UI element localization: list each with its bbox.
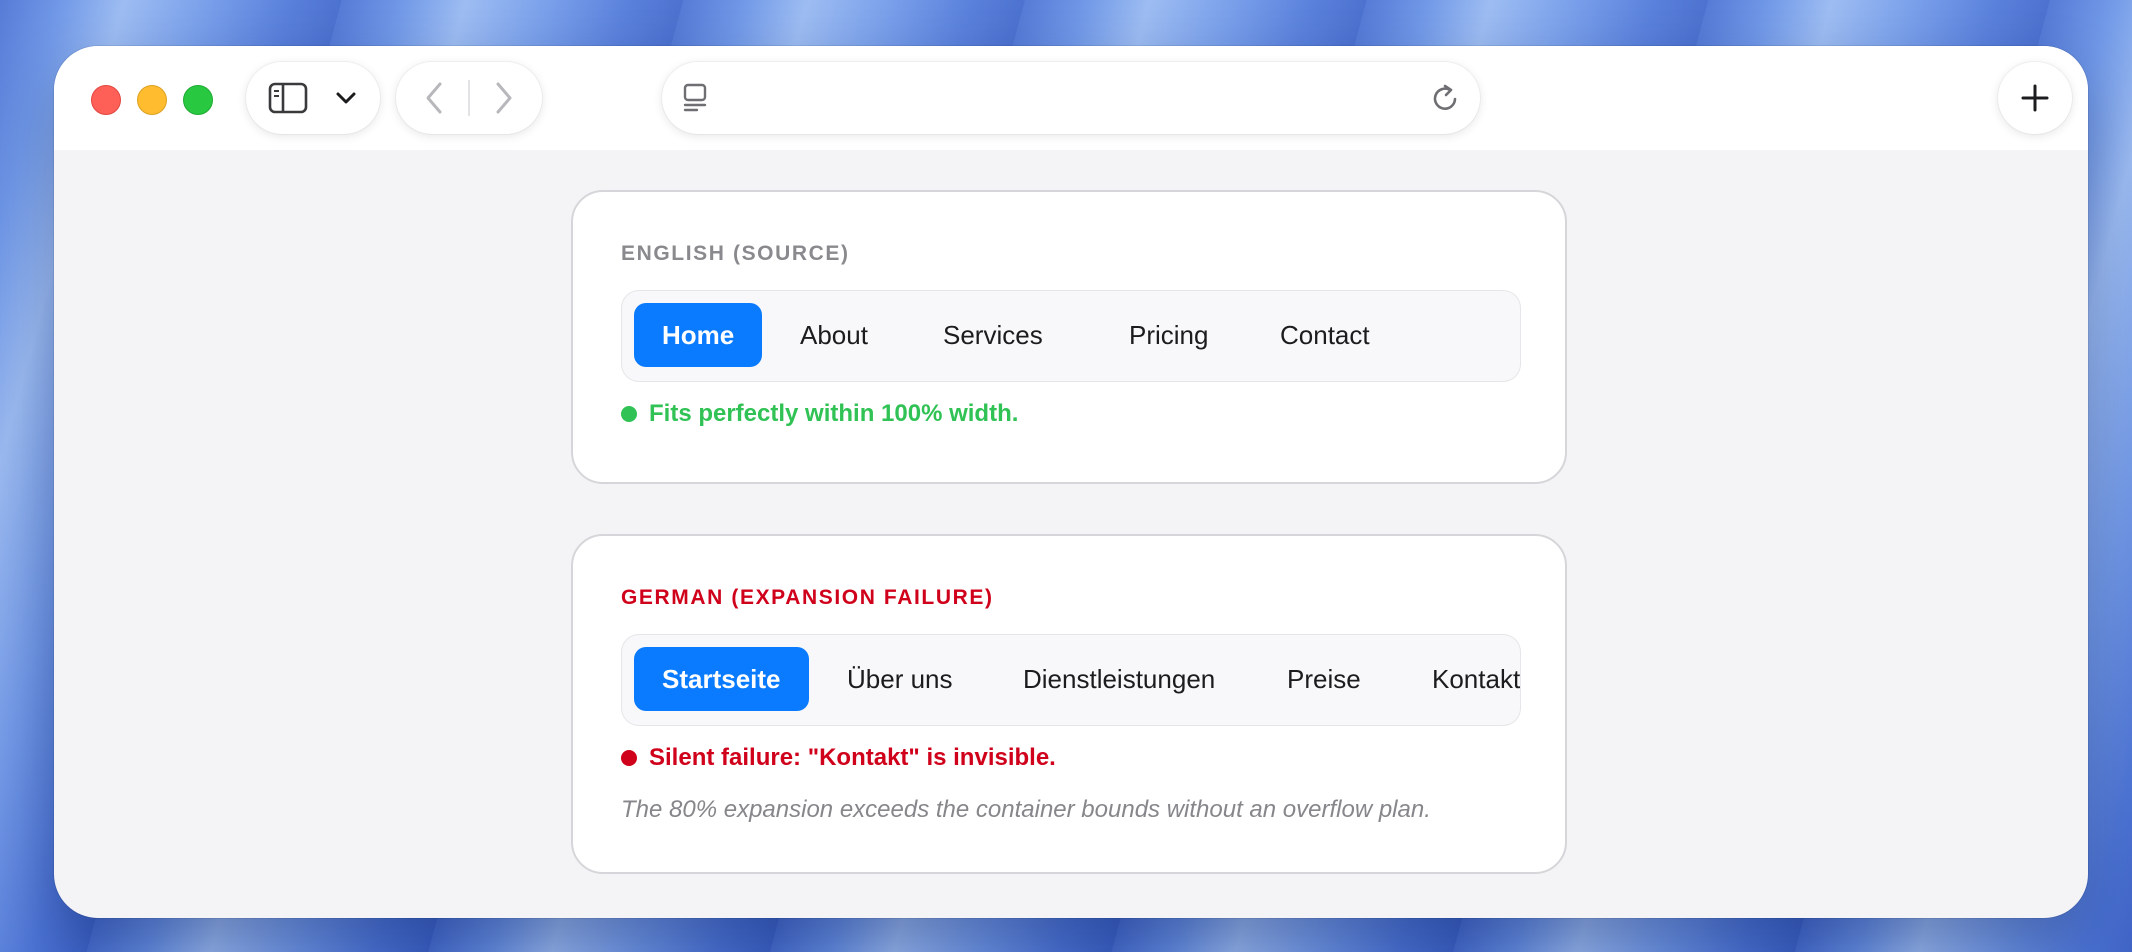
nav-item-home[interactable]: Home [634, 303, 763, 367]
navigation-buttons [396, 62, 542, 134]
chevron-left-icon[interactable] [414, 78, 454, 118]
new-tab-button[interactable] [1998, 62, 2072, 134]
card-label: ENGLISH (SOURCE) [621, 242, 850, 265]
browser-toolbar [54, 46, 2088, 150]
explanation-note: The 80% expansion exceeds the container … [621, 796, 1431, 823]
status-text: Silent failure: "Kontakt" is invisible. [649, 744, 1056, 771]
status-message: Silent failure: "Kontakt" is invisible. [621, 744, 1056, 772]
english-nav-bar: Home About Services Pricing Contact [621, 290, 1521, 382]
reader-icon[interactable] [676, 80, 716, 116]
nav-divider [468, 80, 470, 116]
status-text: Fits perfectly within 100% width. [649, 400, 1019, 427]
german-nav-bar: Startseite Über uns Dienstleistungen Pre… [621, 634, 1521, 726]
minimize-window-button[interactable] [137, 85, 167, 115]
nav-item-about[interactable]: About [772, 303, 896, 367]
address-bar[interactable] [662, 62, 1480, 134]
nav-item-startseite[interactable]: Startseite [634, 647, 809, 711]
nav-item-ueber-uns[interactable]: Über uns [819, 647, 981, 711]
status-success-dot [621, 406, 637, 422]
close-window-button[interactable] [91, 85, 121, 115]
chevron-right-icon[interactable] [484, 78, 524, 118]
nav-item-contact[interactable]: Contact [1252, 303, 1398, 367]
chevron-down-icon[interactable] [326, 78, 366, 118]
sidebar-toggle-group [246, 62, 380, 134]
zoom-window-button[interactable] [183, 85, 213, 115]
nav-item-dienstleistungen[interactable]: Dienstleistungen [995, 647, 1243, 711]
german-expansion-card: GERMAN (EXPANSION FAILURE) Startseite Üb… [571, 534, 1567, 874]
status-message: Fits perfectly within 100% width. [621, 400, 1018, 428]
nav-item-pricing[interactable]: Pricing [1101, 303, 1236, 367]
card-label: GERMAN (EXPANSION FAILURE) [621, 586, 994, 609]
browser-window: ENGLISH (SOURCE) Home About Services Pri… [54, 46, 2088, 918]
english-source-card: ENGLISH (SOURCE) Home About Services Pri… [571, 190, 1567, 484]
nav-item-preise[interactable]: Preise [1259, 647, 1389, 711]
nav-item-services[interactable]: Services [915, 303, 1071, 367]
plus-icon [2015, 78, 2055, 118]
reload-icon[interactable] [1426, 80, 1466, 116]
sidebar-icon[interactable] [262, 78, 314, 118]
status-error-dot [621, 750, 637, 766]
nav-item-kontakt[interactable]: Kontakt [1404, 647, 1520, 711]
